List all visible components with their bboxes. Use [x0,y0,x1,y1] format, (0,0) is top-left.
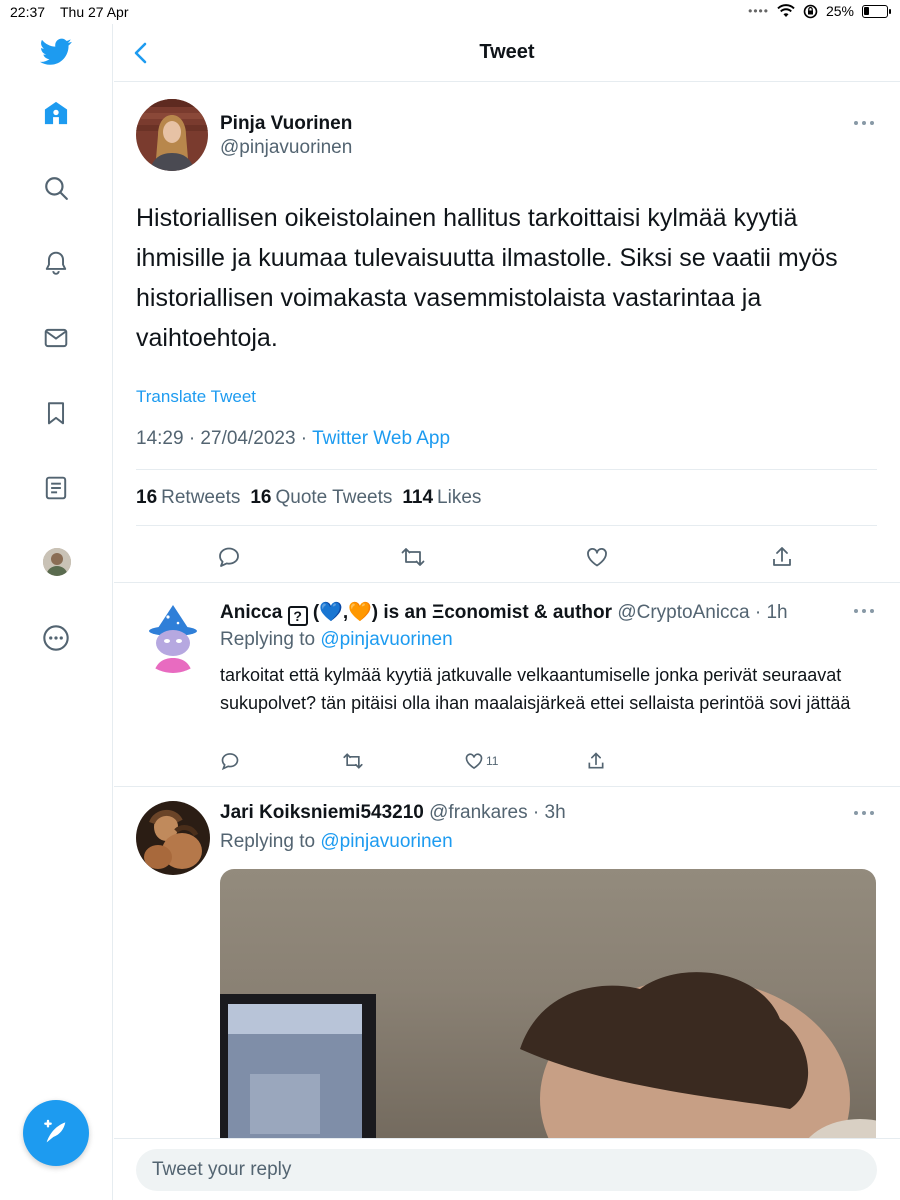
tweet-meta: 14:29 · 27/04/2023 · Twitter Web App [136,428,450,450]
reply-button[interactable] [220,751,240,771]
search-icon[interactable] [38,170,74,206]
reply-icon [221,753,239,771]
retweet-button[interactable] [342,751,364,771]
tweet-source-link[interactable]: Twitter Web App [312,428,450,449]
retweet-icon [343,753,363,769]
heart-icon [587,547,607,567]
reply-header: Anicca ? (💙,🧡) is an Ξconomist & author … [220,600,788,626]
messages-icon[interactable] [38,320,74,356]
reply-media-gif[interactable] [220,869,876,1138]
reply-header: Jari Koiksniemi543210 @frankares · 3h [220,802,566,824]
divider [136,525,877,526]
page-header: Tweet [114,24,900,82]
retweets-stat[interactable]: 16 Retweets [136,487,240,509]
status-bar: 22:37 Thu 27 Apr •••• 25% [0,0,900,24]
tweet-options-icon[interactable] [854,121,874,127]
clock: 22:37 [10,4,46,20]
multitasking-dots-icon: •••• [748,4,769,18]
tweet-actions [114,542,900,572]
replying-to: Replying to @pinjavuorinen [220,831,453,852]
profile-avatar[interactable] [43,548,71,576]
reply-composer [114,1138,900,1200]
share-button[interactable] [767,542,797,572]
reply-author-avatar[interactable] [136,801,210,875]
heart-icon [465,753,483,770]
author-handle[interactable]: @pinjavuorinen [220,137,352,159]
share-icon [773,547,791,566]
like-count: 11 [486,754,499,768]
reply-author-name[interactable]: Jari Koiksniemi543210 [220,802,424,823]
like-button[interactable]: 11 [464,751,498,771]
tweet-text: Historiallisen oikeistolainen hallitus t… [136,204,838,352]
orientation-lock-icon [803,4,818,18]
sidebar-nav [0,24,113,1200]
lists-icon[interactable] [38,470,74,506]
compose-tweet-icon [44,1119,66,1143]
reply-text: tarkoitat että kylmää kyytiä jatkuvalle … [220,665,851,713]
tweet-stats: 16 Retweets 16 Quote Tweets 114 Likes [136,487,481,509]
tweet-timestamp: 14:29 · 27/04/2023 · [136,428,313,449]
date: Thu 27 Apr [60,4,129,20]
mention-link[interactable]: @pinjavuorinen [320,831,452,852]
translate-tweet-link[interactable]: Translate Tweet [136,387,256,407]
more-icon[interactable] [38,620,74,656]
mention-link[interactable]: @pinjavuorinen [320,629,452,650]
battery-percent: 25% [825,3,854,19]
likes-stat[interactable]: 114 Likes [402,487,481,509]
retweet-button[interactable] [398,542,428,572]
reply-icon [219,547,239,567]
quote-tweets-stat[interactable]: 16 Quote Tweets [250,487,392,509]
reply-actions: 11 [220,751,640,775]
divider [136,469,877,470]
reply-author-name[interactable]: Anicca ? (💙,🧡) is an Ξconomist & author [220,602,612,626]
reply-input[interactable] [136,1149,877,1191]
retweet-icon [401,548,425,566]
unsupported-glyph-box: ? [287,606,308,626]
notifications-icon[interactable] [38,245,74,281]
reply-options-icon[interactable] [854,609,874,615]
reply-handle-time[interactable]: @CryptoAnicca · 1h [612,602,787,623]
reply-options-icon[interactable] [854,811,874,817]
twitter-logo-icon[interactable] [38,34,74,70]
home-icon[interactable] [38,95,74,131]
bookmarks-icon[interactable] [38,395,74,431]
share-icon [588,752,604,769]
wifi-icon [777,4,795,17]
share-button[interactable] [586,751,606,771]
reply-tweet[interactable]: Anicca ? (💙,🧡) is an Ξconomist & author … [114,582,900,786]
reply-author-avatar[interactable] [136,599,210,673]
replying-to: Replying to @pinjavuorinen [220,629,453,650]
reply-button[interactable] [214,542,244,572]
compose-tweet-button[interactable] [23,1100,89,1166]
author-name[interactable]: Pinja Vuorinen [220,113,352,135]
like-button[interactable] [582,542,612,572]
reply-tweet[interactable]: Jari Koiksniemi543210 @frankares · 3h Re… [114,786,900,1138]
reply-handle-time[interactable]: @frankares · 3h [424,802,566,823]
battery-icon [862,4,891,18]
author-avatar[interactable] [136,99,208,171]
page-title: Tweet [479,41,535,63]
